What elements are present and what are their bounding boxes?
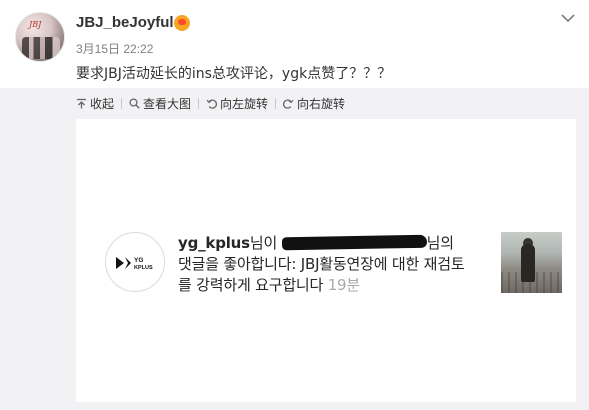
logo-text-yg: YG	[134, 257, 143, 264]
post-header: JBJ JBJ_beJoyful 3月15日 22:22 要求JBJ活动延长的i…	[0, 0, 589, 88]
avatar[interactable]: JBJ	[15, 12, 65, 62]
yg-kplus-logo: YG KPLUS	[105, 232, 165, 292]
post-text: 要求JBJ活动延长的ins总攻评论，ygk点赞了？？？	[76, 66, 392, 82]
collapse-button[interactable]: 收起	[76, 95, 114, 112]
view-large-label: 查看大图	[143, 96, 192, 111]
post-username[interactable]: JBJ_beJoyful	[76, 14, 174, 31]
thumbnail-person	[521, 244, 535, 282]
logo-text-kplus: KPLUS	[134, 265, 153, 271]
notification-username: yg_kplus	[178, 234, 250, 252]
toolbar-divider	[121, 97, 123, 109]
collapse-arrow-icon	[77, 98, 86, 108]
rotate-right-icon	[283, 99, 294, 109]
member-badge-icon[interactable]	[174, 15, 190, 31]
rotate-left-label: 向左旋转	[220, 96, 269, 111]
post-timestamp[interactable]: 3月15日 22:22	[76, 40, 153, 57]
notification-text-part1: 님이	[249, 234, 282, 252]
notification-time: 19분	[327, 276, 361, 294]
toolbar-divider	[198, 97, 200, 109]
image-toolbar: 收起 查看大图 向左旋转 向右旋转	[76, 95, 345, 111]
collapse-label: 收起	[90, 96, 115, 111]
rotate-right-label: 向右旋转	[297, 96, 346, 111]
notification-text: yg_kplus님이 님의 댓글을 좋아합니다: JBJ활동연장에 대한 재검토…	[178, 233, 468, 296]
view-large-button[interactable]: 查看大图	[129, 95, 191, 112]
avatar-logo-text: JBJ	[29, 20, 42, 29]
rotate-left-button[interactable]: 向左旋转	[206, 95, 268, 112]
toolbar-divider	[275, 97, 277, 109]
rotate-left-icon	[206, 99, 218, 109]
media-panel: 收起 查看大图 向左旋转 向右旋转 YG KPLUS yg_kplus님이 님의…	[0, 88, 589, 410]
rotate-right-button[interactable]: 向右旋转	[283, 95, 345, 112]
post-thumbnail	[501, 232, 562, 293]
chevron-down-icon[interactable]	[559, 10, 577, 24]
expanded-image[interactable]: YG KPLUS yg_kplus님이 님의 댓글을 좋아합니다: JBJ활동연…	[76, 119, 576, 402]
redaction-scribble	[281, 234, 427, 251]
magnifier-icon	[129, 97, 140, 109]
